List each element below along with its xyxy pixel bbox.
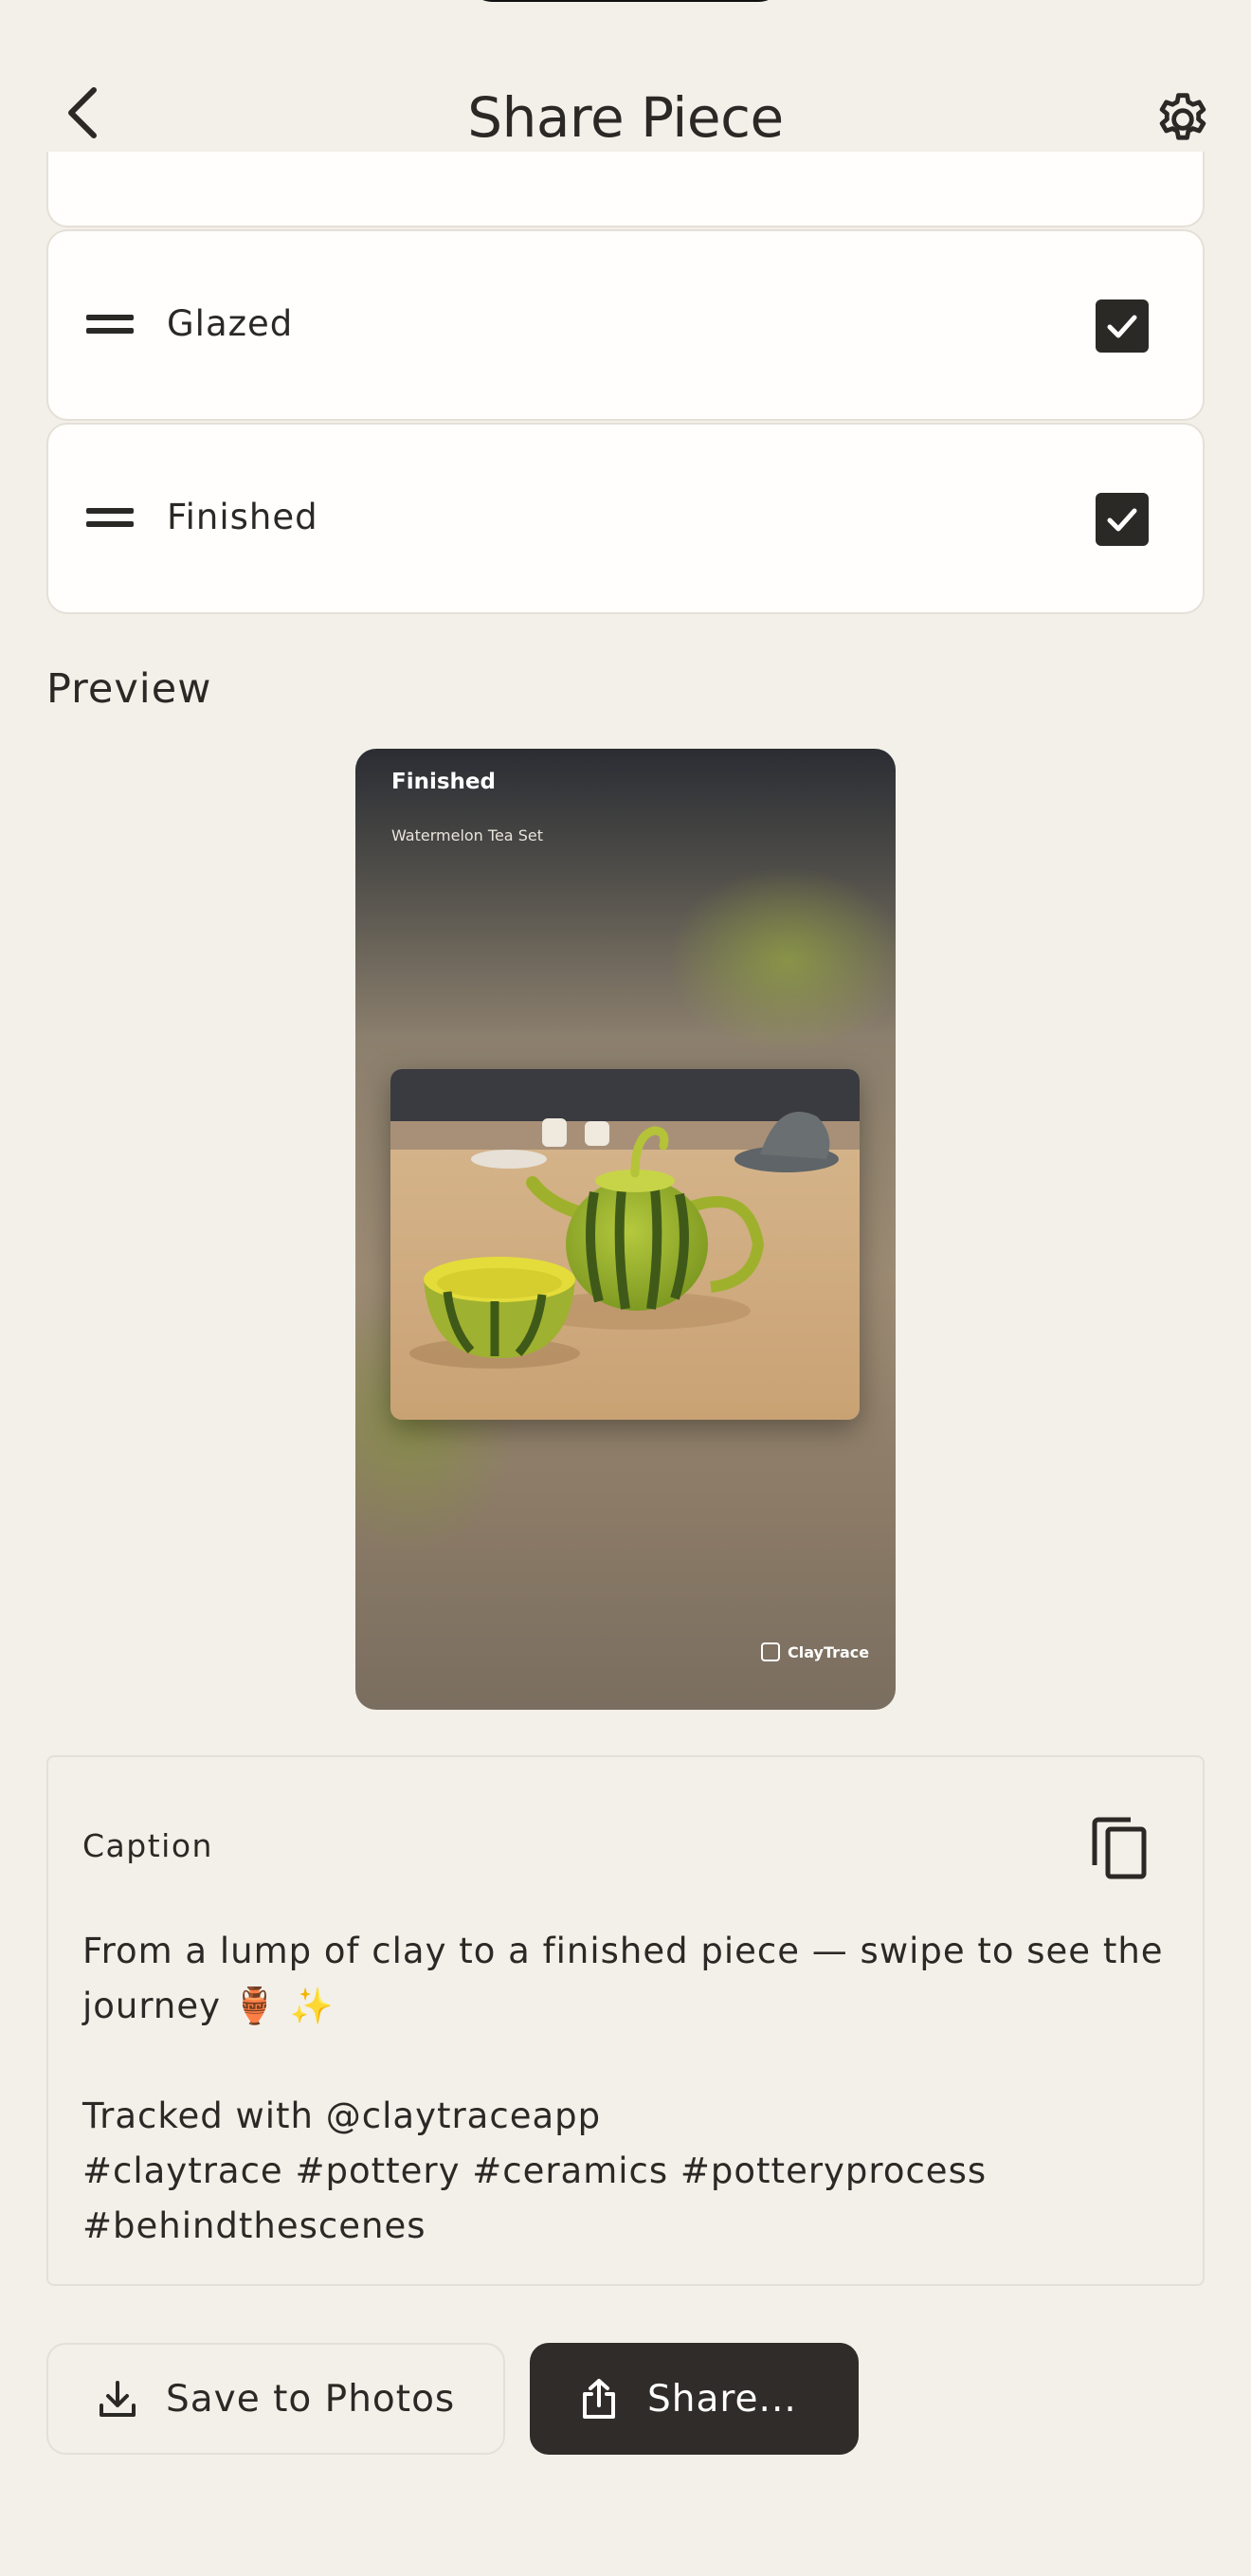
brand-watermark: ClayTrace [761, 1642, 869, 1661]
stage-label: Finished [167, 497, 318, 537]
save-to-photos-button[interactable]: Save to Photos [46, 2343, 505, 2455]
caption-card: Caption From a lump of clay to a finishe… [46, 1755, 1205, 2286]
pottery-photo [390, 1069, 860, 1420]
caption-label: Caption [82, 1827, 213, 1864]
share-button[interactable]: Share... [530, 2343, 859, 2455]
stage-label: Glazed [167, 303, 294, 344]
save-label: Save to Photos [166, 2377, 456, 2421]
claytrace-logo-icon [761, 1642, 780, 1661]
preview-piece-name: Watermelon Tea Set [391, 826, 543, 844]
brand-name: ClayTrace [788, 1642, 870, 1661]
share-label: Share... [647, 2377, 797, 2421]
stage-row-partial[interactable] [46, 152, 1205, 227]
drag-handle-icon[interactable] [86, 315, 134, 337]
caption-text[interactable]: From a lump of clay to a finished piece … [82, 1924, 1172, 2254]
share-icon [583, 2379, 615, 2419]
share-preview-image: Finished Watermelon Tea Set ClayTrace [355, 749, 896, 1710]
drag-handle-icon[interactable] [86, 508, 134, 531]
stage-checkbox[interactable] [1096, 493, 1149, 546]
stage-row-glazed[interactable]: Glazed [46, 229, 1205, 421]
preview-heading: Preview [46, 665, 212, 713]
download-icon [100, 2381, 136, 2417]
gear-icon [1159, 93, 1206, 140]
copy-caption-button[interactable] [1081, 1810, 1157, 1886]
settings-button[interactable] [1147, 83, 1219, 155]
checkmark-icon [1107, 315, 1137, 338]
copy-icon [1092, 1817, 1147, 1879]
stage-checkbox[interactable] [1096, 299, 1149, 353]
page-title: Share Piece [467, 85, 784, 150]
stage-row-finished[interactable]: Finished [46, 423, 1205, 614]
preview-stage-title: Finished [391, 770, 496, 794]
checkmark-icon [1107, 508, 1137, 532]
device-notch [464, 0, 787, 2]
